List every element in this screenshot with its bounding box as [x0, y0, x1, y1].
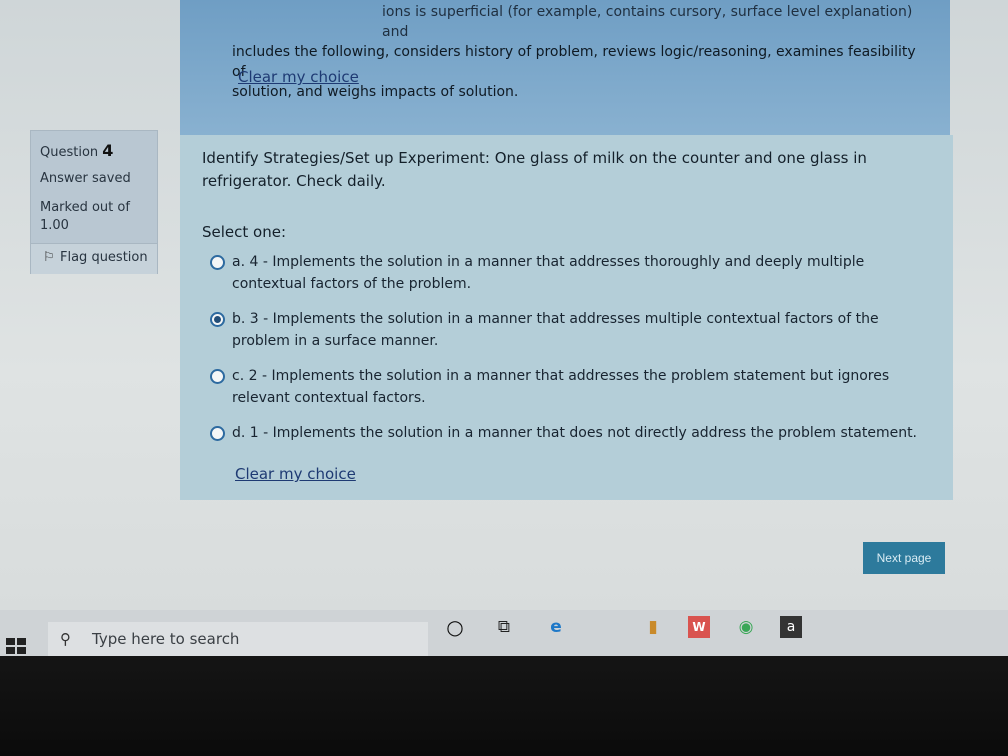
answer-option-label: d. 1 - Implements the solution in a mann…	[232, 425, 918, 441]
laptop-bezel	[0, 656, 1008, 756]
task-view-icon[interactable]: ⧉	[493, 616, 515, 638]
wps-icon[interactable]: W	[688, 616, 710, 638]
question-label: Question	[40, 145, 99, 160]
answer-option-label: a. 4 - Implements the solution in a mann…	[232, 254, 865, 292]
flag-question-button[interactable]: ⚐ Flag question	[31, 243, 157, 274]
browser-viewport: ions is superficial (for example, contai…	[0, 0, 1008, 620]
cortana-icon[interactable]: ○	[444, 616, 466, 638]
previous-question-fragment: ions is superficial (for example, contai…	[382, 4, 913, 40]
select-one-label: Select one:	[202, 223, 287, 241]
chrome-icon[interactable]: ◉	[735, 616, 757, 638]
previous-clear-choice-link[interactable]: Clear my choice	[238, 68, 359, 86]
amazon-icon[interactable]: a	[780, 616, 802, 638]
question-text: Identify Strategies/Set up Experiment: O…	[202, 149, 867, 190]
previous-question-text: ions is superficial (for example, contai…	[232, 2, 932, 102]
search-icon: ⚲	[60, 630, 71, 648]
flag-icon: ⚐	[43, 250, 55, 265]
marked-out-of: Marked out of 1.00	[40, 199, 130, 235]
answer-option-label: c. 2 - Implements the solution in a mann…	[232, 368, 890, 406]
radio-button-selected[interactable]	[210, 312, 225, 327]
answer-option-d[interactable]: d. 1 - Implements the solution in a mann…	[210, 422, 922, 444]
question-info-block: Question 4 Answer saved Marked out of 1.…	[30, 130, 158, 274]
marked-value: 1.00	[40, 218, 69, 233]
answer-option-a[interactable]: a. 4 - Implements the solution in a mann…	[210, 251, 922, 295]
radio-button[interactable]	[210, 369, 225, 384]
winrar-icon[interactable]: ▮	[642, 616, 664, 638]
windows-start-icon[interactable]	[6, 638, 26, 654]
search-placeholder: Type here to search	[92, 630, 240, 648]
radio-button[interactable]	[210, 255, 225, 270]
question-panel: Identify Strategies/Set up Experiment: O…	[180, 135, 953, 500]
answer-option-b[interactable]: b. 3 - Implements the solution in a mann…	[210, 308, 922, 352]
question-number-value: 4	[102, 141, 114, 160]
answer-option-c[interactable]: c. 2 - Implements the solution in a mann…	[210, 365, 922, 409]
flag-question-label: Flag question	[60, 250, 148, 265]
clear-choice-link[interactable]: Clear my choice	[235, 465, 356, 483]
windows-taskbar: ⚲ Type here to search ○ ⧉ e ▮ W ◉ a	[0, 610, 1008, 656]
marked-label: Marked out of	[40, 200, 130, 215]
question-number: Question 4	[40, 141, 113, 160]
answer-status: Answer saved	[40, 171, 131, 186]
taskbar-search-box[interactable]: ⚲ Type here to search	[48, 622, 428, 656]
answer-option-label: b. 3 - Implements the solution in a mann…	[232, 311, 879, 349]
previous-question-panel: ions is superficial (for example, contai…	[180, 0, 950, 142]
next-page-button[interactable]: Next page	[863, 542, 945, 574]
radio-button[interactable]	[210, 426, 225, 441]
edge-icon[interactable]: e	[545, 616, 567, 638]
